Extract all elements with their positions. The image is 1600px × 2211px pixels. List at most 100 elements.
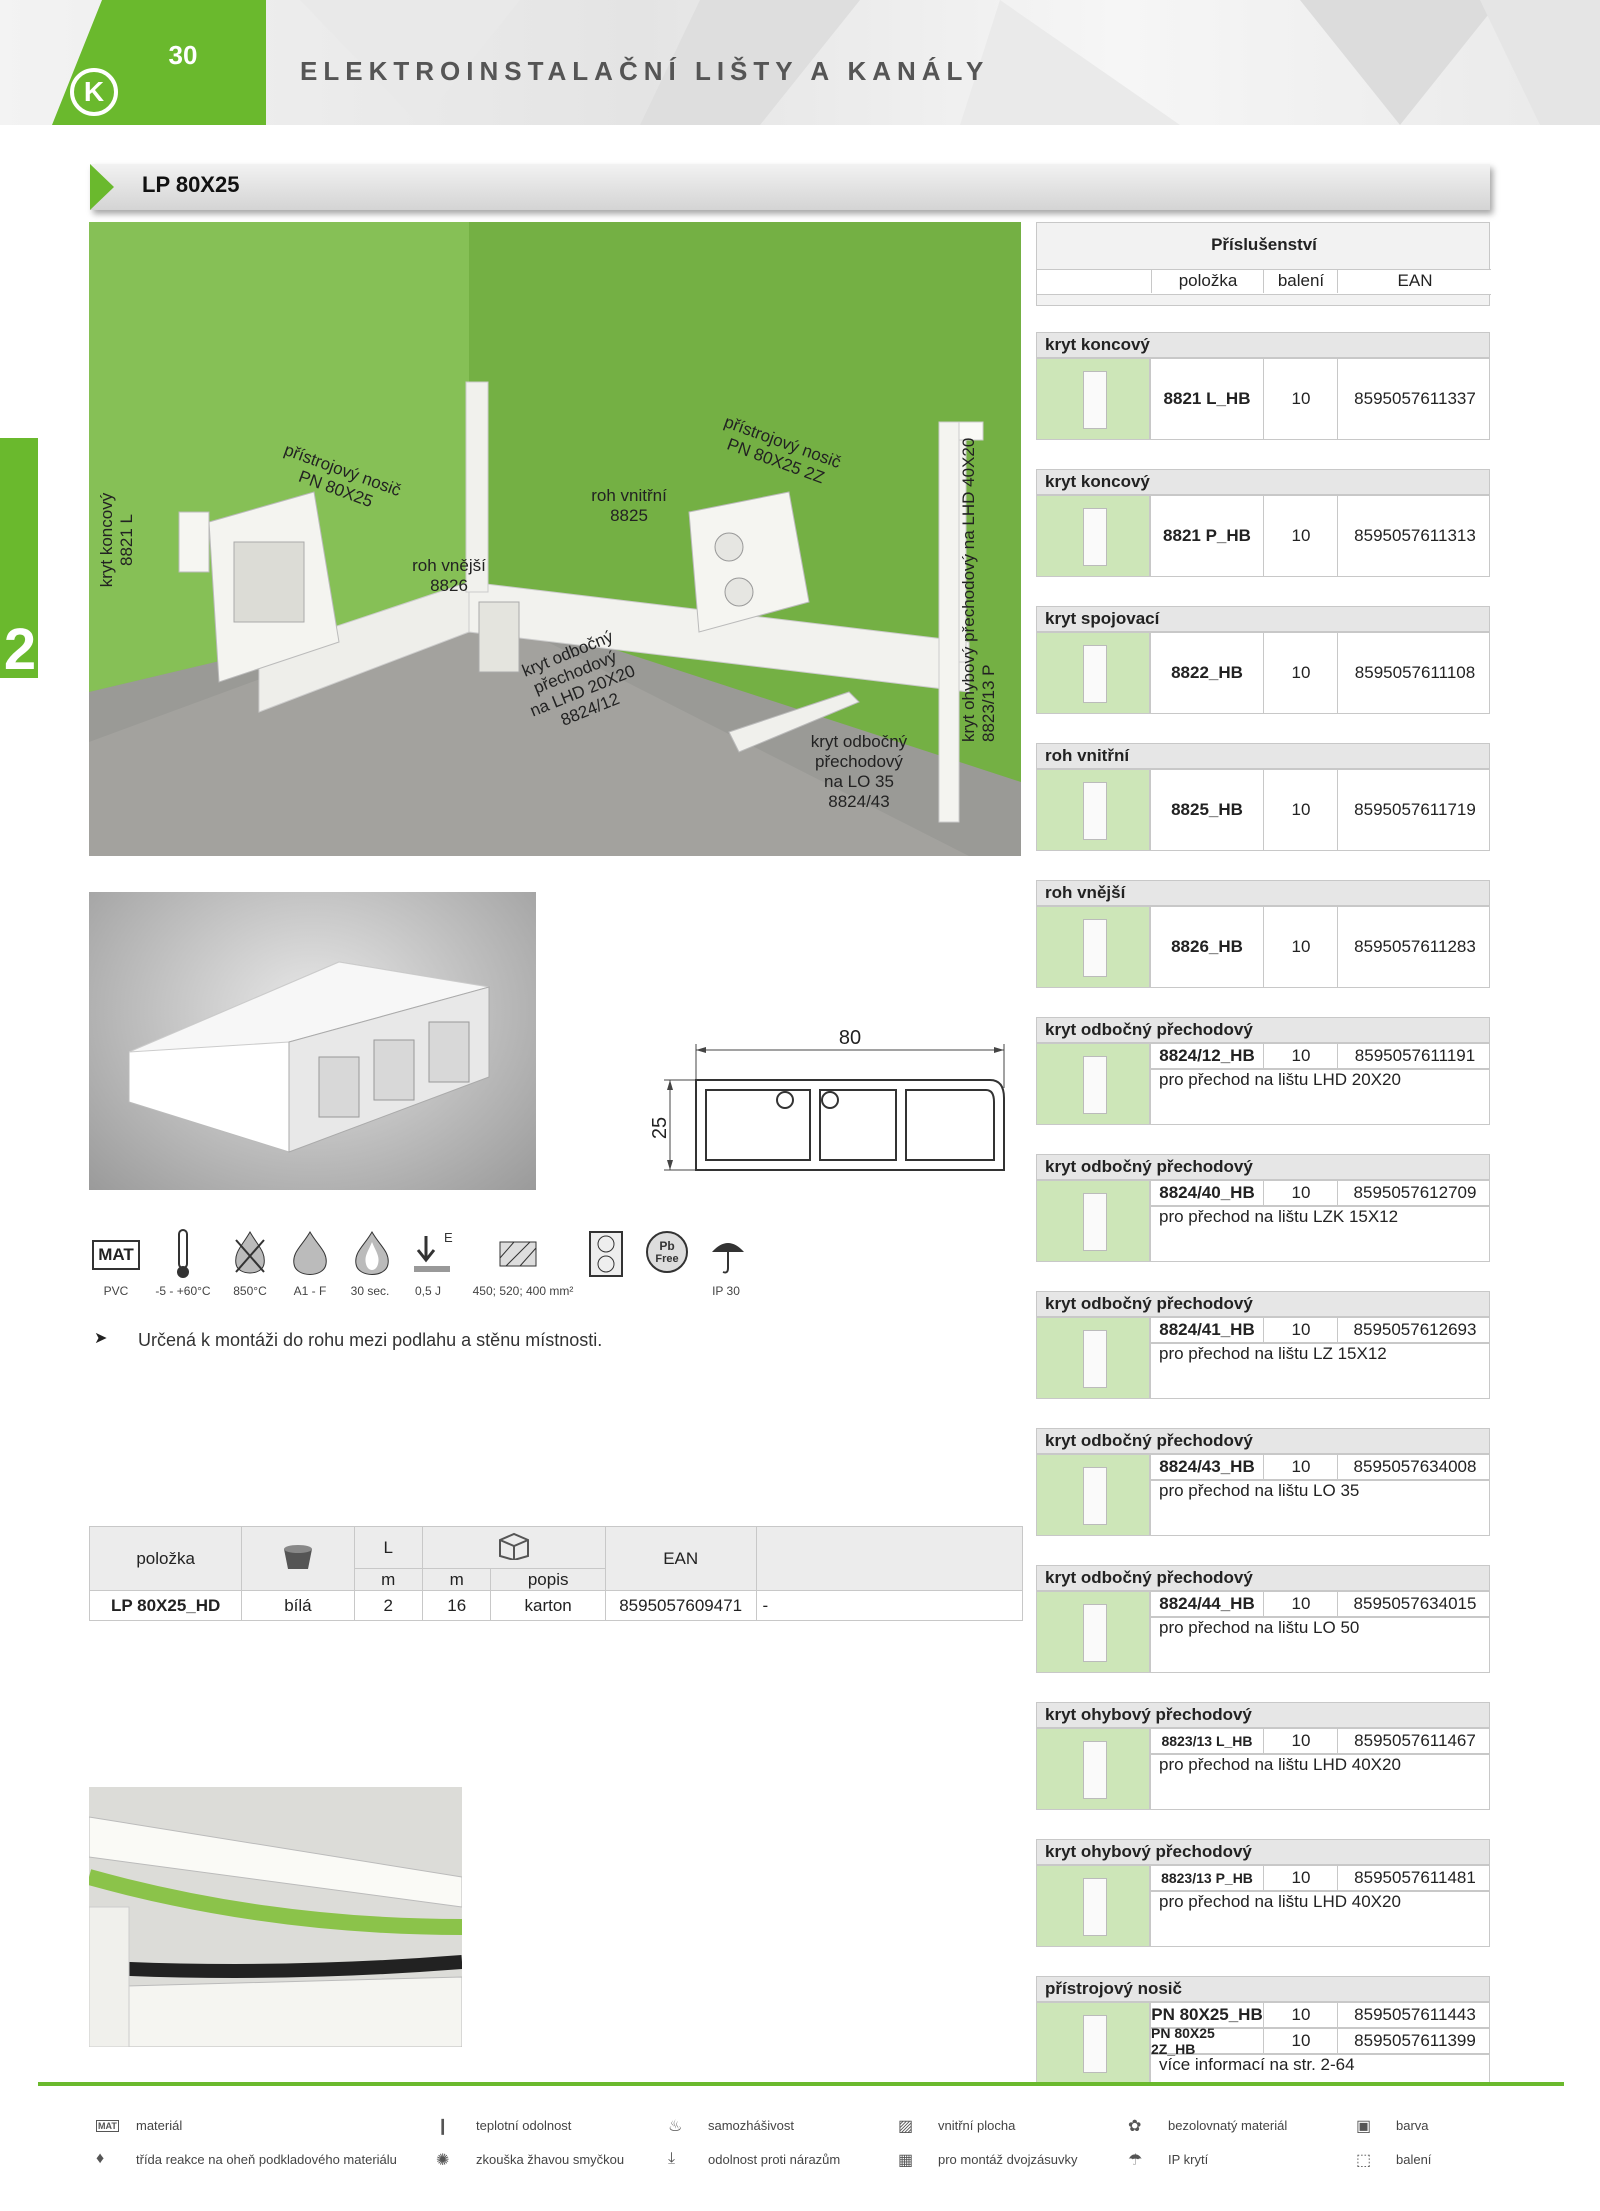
channel-photo xyxy=(89,892,536,1190)
ip-icon xyxy=(712,1243,744,1274)
pb-free-icon: PbFree xyxy=(646,1231,688,1273)
cable-detail-photo xyxy=(89,1787,462,2047)
accessory-ean: 8595057611283 xyxy=(1337,907,1492,987)
accessory-part-image xyxy=(1083,371,1107,429)
package-box-icon xyxy=(421,1526,606,1569)
accessory-group-name: přístrojový nosič xyxy=(1036,1976,1490,2002)
accessory-description: pro přechod na lištu LZ 15X12 xyxy=(1150,1343,1490,1399)
table-row: 8826_HB 10 8595057611283 xyxy=(1150,906,1490,988)
material-icon: MAT xyxy=(92,1240,140,1270)
drawing-width-label: 80 xyxy=(839,1027,861,1049)
accessory-code: PN 80X25 2Z_HB xyxy=(1151,2025,1215,2057)
accessory-part-image xyxy=(1083,1467,1107,1525)
accessory-pack: 10 xyxy=(1263,2003,1338,2027)
table-row: 8822_HB 10 8595057611108 xyxy=(1150,632,1490,714)
legend-icon: ✺ xyxy=(436,2152,450,2169)
accessory-code: 8823/13 P_HB xyxy=(1161,1870,1253,1886)
accessory-pack: 10 xyxy=(1263,1729,1338,1753)
table-row: 8825_HB 10 8595057611719 xyxy=(1150,769,1490,851)
accessory-ean: 8595057634015 xyxy=(1337,1592,1492,1616)
icon-caption: 450; 520; 400 mm² xyxy=(472,1284,574,1298)
accessory-description: více informací na str. 2-64 xyxy=(1150,2054,1490,2084)
accessory-thumbnail xyxy=(1036,1454,1150,1536)
accessory-ean: 8595057611313 xyxy=(1337,496,1492,576)
accessory-pack: 10 xyxy=(1263,907,1338,987)
legend-icon: ⤓ xyxy=(668,2150,676,2167)
drawing-height-label: 25 xyxy=(649,1117,671,1139)
accessory-thumbnail xyxy=(1036,769,1150,851)
page-header: 30 K ELEKTROINSTALAČNÍ LIŠTY A KANÁLY xyxy=(0,0,1600,125)
col-length: L xyxy=(353,1526,423,1569)
accessory-thumbnail xyxy=(1036,358,1150,440)
inner-area-icon xyxy=(499,1241,537,1267)
table-row: 8824/41_HB 10 8595057612693 xyxy=(1150,1317,1490,1343)
legend-icon: ☂ xyxy=(1128,2152,1143,2169)
bullet-arrow-icon: ➤ xyxy=(94,1330,108,1347)
accessory-code: 8824/43_HB xyxy=(1159,1457,1255,1476)
color-bucket-icon xyxy=(241,1526,355,1591)
legend-label: IP krytí xyxy=(1168,2152,1209,2167)
legend-label: pro montáž dvojzásuvky xyxy=(938,2152,1078,2167)
accessories-title: Příslušenství xyxy=(1211,235,1317,254)
accessory-ean: 8595057611108 xyxy=(1337,633,1492,713)
product-note: Určená k montáži do rohu mezi podlahu a … xyxy=(138,1330,603,1350)
accessory-pack: 10 xyxy=(1263,633,1338,713)
table-row: PN 80X25 2Z_HB 10 8595057611399 xyxy=(1150,2025,1490,2057)
accessory-part-image xyxy=(1083,1330,1107,1388)
table-row: 8821 P_HB 10 8595057611313 xyxy=(1150,495,1490,577)
chapter-number: 2 xyxy=(3,617,37,682)
legend-label: materiál xyxy=(136,2118,183,2133)
accessory-ean: 8595057611443 xyxy=(1337,2003,1492,2027)
product-table: položka L EAN m m popis LP 80X25_HD bílá… xyxy=(88,1526,1024,1621)
col-ean: EAN xyxy=(604,1526,757,1591)
legend-icon: ▣ xyxy=(1356,2118,1372,2135)
accessory-group-name: roh vnější xyxy=(1036,880,1490,906)
accessory-pack: 10 xyxy=(1263,359,1338,439)
svg-text:Free: Free xyxy=(655,1253,678,1265)
accessory-part-image xyxy=(1083,1193,1107,1251)
accessory-ean: 8595057612693 xyxy=(1337,1318,1492,1342)
label-inner-corner: roh vnitřní 8825 xyxy=(591,486,667,525)
accessory-pack: 10 xyxy=(1263,496,1338,576)
product-title: LP 80X25 xyxy=(142,172,240,197)
accessory-thumbnail xyxy=(1036,632,1150,714)
accessory-pack: 10 xyxy=(1263,1044,1338,1068)
accessory-thumbnail xyxy=(1036,1317,1150,1399)
footer-divider xyxy=(38,2082,1564,2086)
table-row: 8824/40_HB 10 8595057612709 xyxy=(1150,1180,1490,1206)
icon-caption: IP 30 xyxy=(712,1284,740,1298)
accessory-code: 8824/12_HB xyxy=(1159,1046,1255,1065)
legend-label: vnitřní plocha xyxy=(938,2118,1016,2133)
accessory-code: 8821 P_HB xyxy=(1163,526,1251,545)
accessory-code: 8822_HB xyxy=(1171,663,1243,682)
accessory-thumbnail xyxy=(1036,2002,1150,2084)
page-number: 30 xyxy=(168,40,198,70)
double-socket-icon xyxy=(589,1231,623,1277)
accessory-ean: 8595057612709 xyxy=(1337,1181,1492,1205)
accessory-thumbnail xyxy=(1036,1180,1150,1262)
accessory-code: 8823/13 L_HB xyxy=(1161,1733,1253,1749)
cable-illustration xyxy=(89,1787,462,2047)
legend-label: samozhášivost xyxy=(708,2118,794,2133)
product-title-bar xyxy=(90,164,1490,210)
accessory-description: pro přechod na lištu LHD 20X20 xyxy=(1150,1069,1490,1125)
accessory-group-name: kryt odbočný přechodový xyxy=(1036,1017,1490,1043)
legend-icon: ❙ xyxy=(436,2118,450,2135)
impact-icon: E xyxy=(414,1230,453,1272)
profile-drawing: 80 25 xyxy=(649,1027,1005,1171)
accessory-thumbnail xyxy=(1036,1865,1150,1947)
label-bend-cover: kryt ohybový přechodový na LHD 40X20 8823… xyxy=(959,437,998,742)
accessory-ean: 8595057611719 xyxy=(1337,770,1492,850)
accessory-thumbnail xyxy=(1036,1591,1150,1673)
table-row: 8824/44_HB 10 8595057634015 xyxy=(1150,1591,1490,1617)
accessory-pack: 10 xyxy=(1263,770,1338,850)
legend-label: teplotní odolnost xyxy=(476,2118,572,2133)
table-row: LP 80X25_HD bílá 2 16 karton 85950576094… xyxy=(88,1590,1024,1621)
accessory-group-name: kryt odbočný přechodový xyxy=(1036,1565,1490,1591)
legend-label: balení xyxy=(1396,2152,1432,2167)
accessory-ean: 8595057611481 xyxy=(1337,1866,1492,1890)
accessory-group-name: kryt odbočný přechodový xyxy=(1036,1291,1490,1317)
accessory-thumbnail xyxy=(1036,1043,1150,1125)
table-row: 8823/13 P_HB 10 8595057611481 xyxy=(1150,1865,1490,1891)
accessory-group-name: roh vnitřní xyxy=(1036,743,1490,769)
